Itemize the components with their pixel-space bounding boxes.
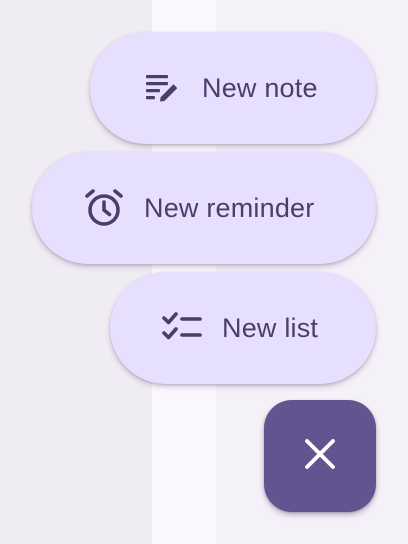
new-list-label: New list [222, 312, 319, 343]
new-reminder-label: New reminder [144, 192, 315, 223]
close-icon [303, 437, 337, 476]
new-note-button[interactable]: New note [90, 32, 376, 144]
new-list-button[interactable]: New list [110, 272, 376, 384]
new-reminder-button[interactable]: New reminder [32, 152, 376, 264]
new-note-label: New note [202, 72, 318, 103]
note-pen-icon [140, 66, 184, 110]
close-fab-button[interactable] [264, 400, 376, 512]
checklist-icon [160, 306, 204, 350]
alarm-clock-icon [82, 186, 126, 230]
